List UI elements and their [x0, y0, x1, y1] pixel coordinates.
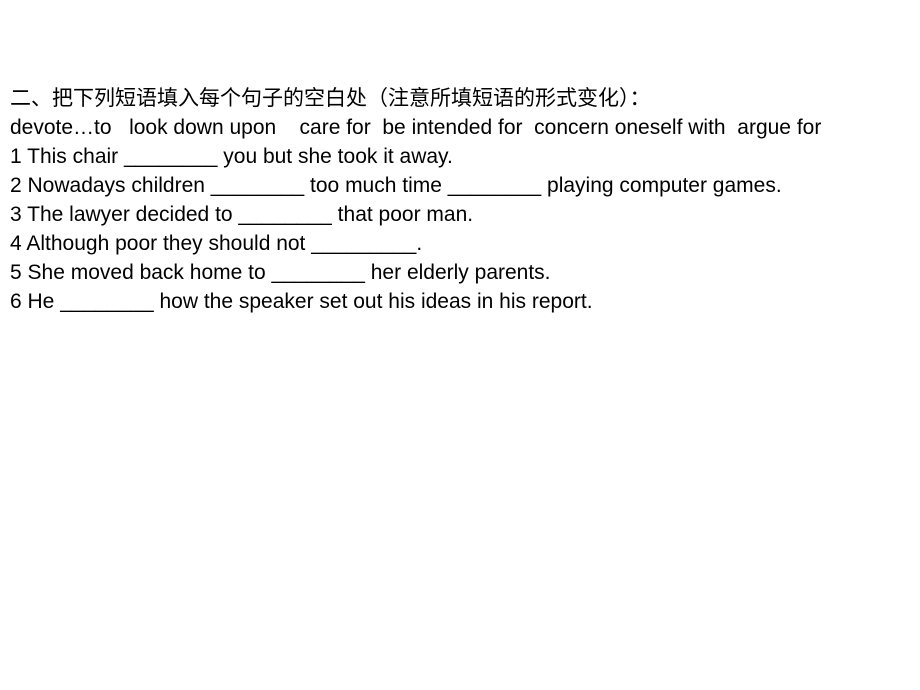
question-item-5: 5 She moved back home to ________ her el…: [10, 261, 551, 284]
slide-text-body: 二、把下列短语填入每个句子的空白处（注意所填短语的形式变化）： devote…t…: [10, 84, 910, 316]
question-item-6: 6 He ________ how the speaker set out hi…: [10, 290, 593, 313]
question-item-3: 3 The lawyer decided to ________ that po…: [10, 203, 474, 226]
question-item-2: 2 Nowadays children ________ too much ti…: [10, 174, 782, 197]
question-item-4: 4 Although poor they should not ________…: [10, 232, 423, 255]
question-item-1: 1 This chair ________ you but she took i…: [10, 145, 453, 168]
slide-canvas: 二、把下列短语填入每个句子的空白处（注意所填短语的形式变化）： devote…t…: [0, 0, 920, 690]
phrase-bank: devote…to look down upon care for be int…: [10, 116, 822, 139]
exercise-heading: 二、把下列短语填入每个句子的空白处（注意所填短语的形式变化）：: [10, 87, 651, 110]
